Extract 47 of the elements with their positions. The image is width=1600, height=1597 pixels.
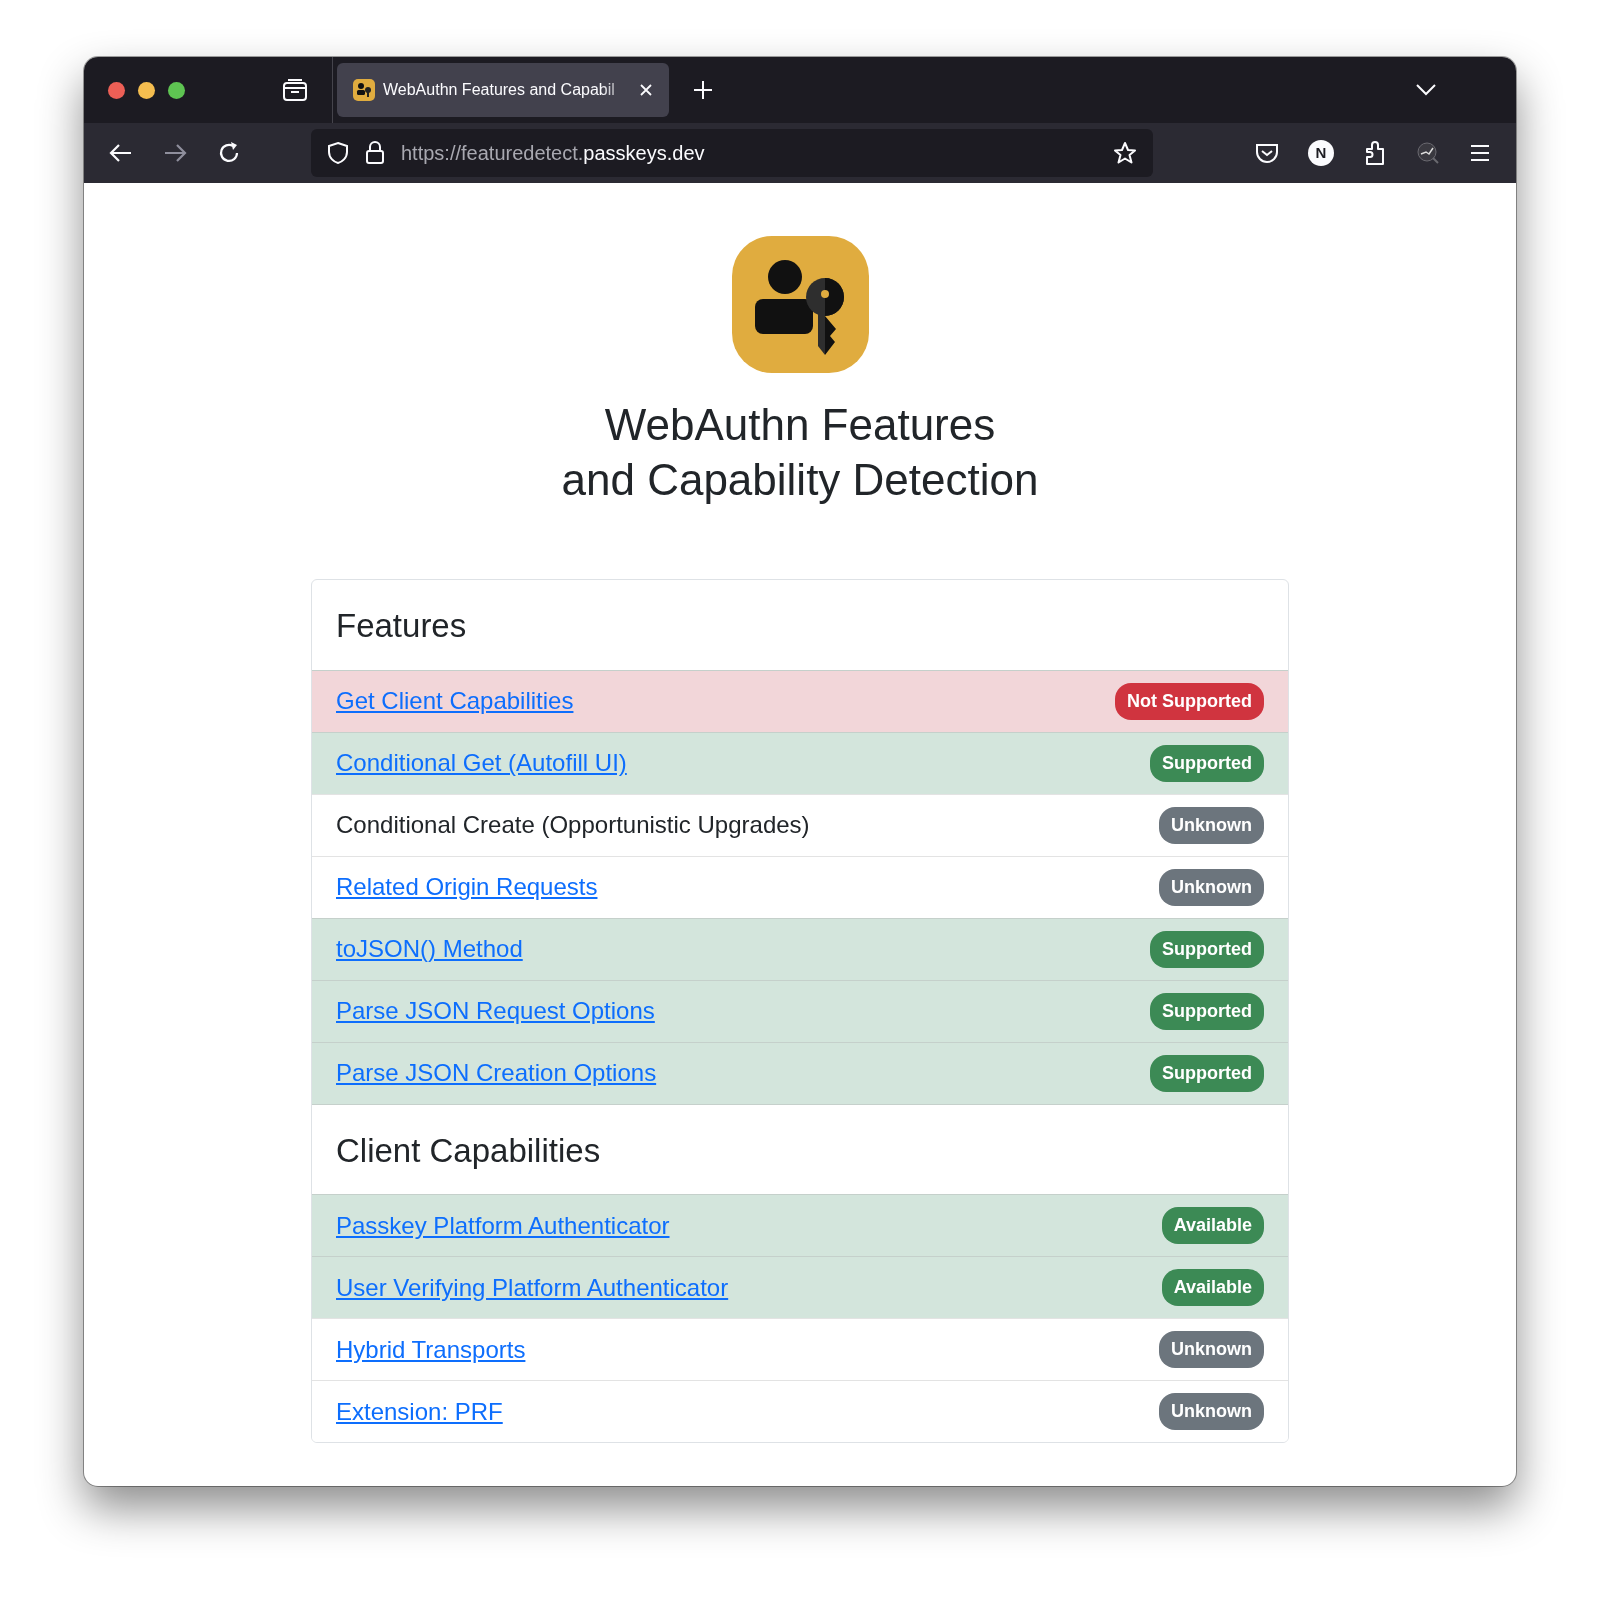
status-badge: Unknown — [1159, 806, 1264, 844]
feature-link[interactable]: Hybrid Transports — [336, 1331, 526, 1368]
feature-link[interactable]: User Verifying Platform Authenticator — [336, 1269, 729, 1306]
forward-arrow-icon[interactable] — [163, 143, 187, 163]
status-badge: Available — [1161, 1269, 1264, 1307]
feature-link[interactable]: toJSON() Method — [336, 931, 523, 968]
address-bar[interactable]: https://featuredetect.passkeys.dev — [311, 129, 1153, 177]
profile-avatar[interactable]: N — [1308, 140, 1334, 166]
feature-link[interactable]: Related Origin Requests — [336, 869, 598, 906]
maximize-window-button[interactable] — [168, 81, 185, 99]
star-icon[interactable] — [1113, 141, 1137, 165]
lock-icon[interactable] — [365, 141, 385, 165]
minimize-window-button[interactable] — [138, 81, 155, 99]
feature-link[interactable]: Get Client Capabilities — [336, 683, 574, 720]
status-badge: Unknown — [1159, 868, 1264, 906]
shield-icon[interactable] — [327, 141, 349, 165]
status-badge: Available — [1161, 1207, 1264, 1245]
section-heading: Features — [335, 606, 468, 646]
feature-link[interactable]: Conditional Get (Autofill UI) — [336, 745, 627, 782]
reload-icon[interactable] — [217, 141, 241, 165]
menu-icon[interactable] — [1469, 144, 1491, 162]
puzzle-piece-icon[interactable] — [1363, 140, 1387, 166]
status-badge: Supported — [1150, 744, 1264, 782]
feature-link[interactable]: Parse JSON Creation Options — [336, 1055, 657, 1092]
status-badge: Supported — [1150, 930, 1264, 968]
tab-title: WebAuthn Features and Capabil — [383, 80, 616, 100]
close-window-button[interactable] — [108, 81, 125, 99]
browser-tab[interactable]: WebAuthn Features and Capabil — [337, 63, 669, 117]
pocket-icon[interactable] — [1255, 142, 1279, 164]
page-title: WebAuthn Features and Capability Detection — [561, 399, 1039, 506]
chevron-down-icon[interactable] — [1416, 84, 1436, 96]
extension-icon[interactable] — [1416, 141, 1440, 165]
back-arrow-icon[interactable] — [109, 143, 133, 163]
feature-link[interactable]: Parse JSON Request Options — [336, 993, 655, 1030]
status-badge: Unknown — [1159, 1331, 1264, 1369]
feature-label: Conditional Create (Opportunistic Upgrades) — [336, 810, 810, 841]
close-icon[interactable] — [639, 83, 653, 97]
tab-overview-icon[interactable] — [282, 78, 308, 102]
feature-link[interactable]: Passkey Platform Authenticator — [336, 1207, 670, 1244]
new-tab-icon[interactable] — [693, 80, 713, 100]
passkey-favicon — [353, 79, 375, 101]
status-badge: Supported — [1150, 992, 1264, 1030]
url-text: https://featuredetect.passkeys.dev — [401, 141, 706, 166]
status-badge: Supported — [1150, 1054, 1264, 1092]
feature-link[interactable]: Extension: PRF — [336, 1393, 503, 1430]
status-badge: Unknown — [1159, 1393, 1264, 1431]
status-badge: Not Supported — [1115, 682, 1264, 720]
